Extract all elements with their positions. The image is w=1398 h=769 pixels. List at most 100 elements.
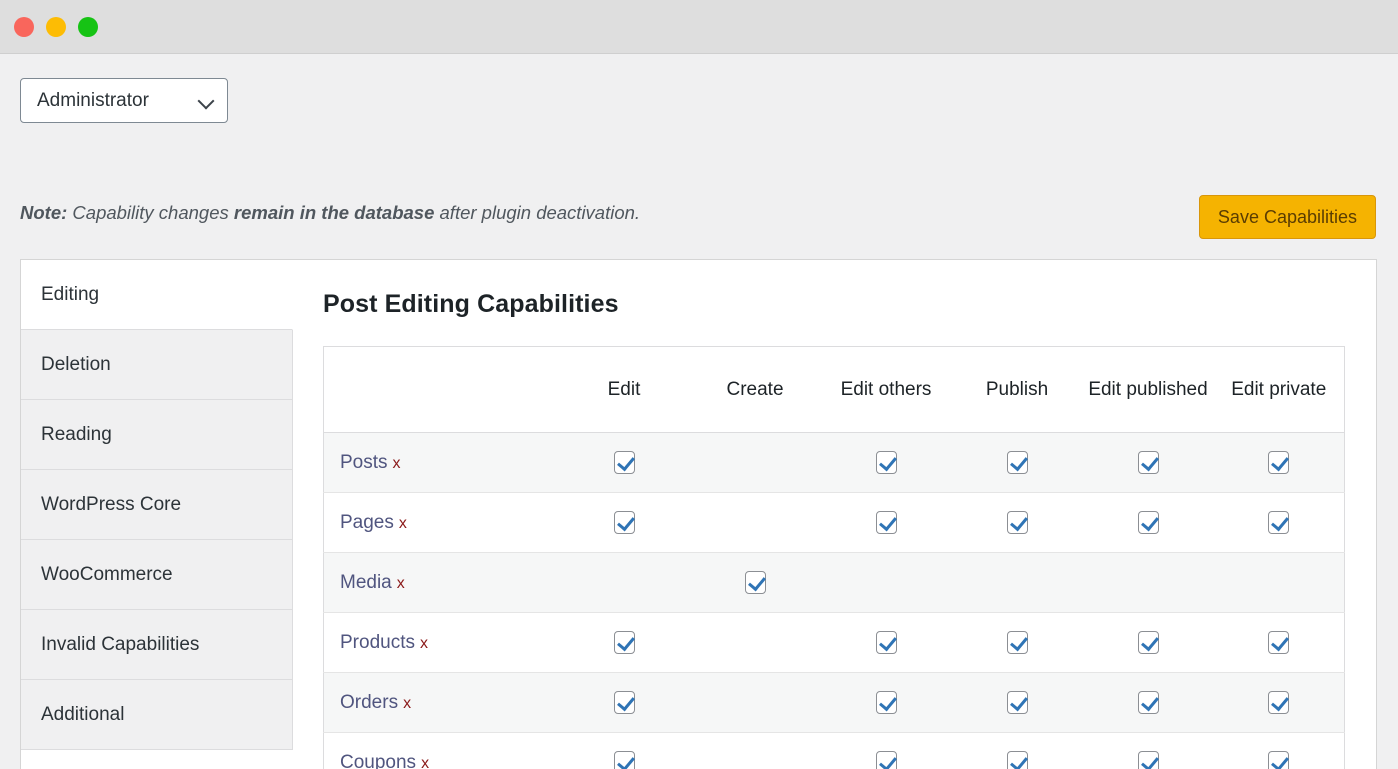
window-titlebar — [0, 0, 1398, 54]
capability-cell — [690, 553, 821, 613]
capability-cell — [690, 673, 821, 733]
capability-cell — [1083, 613, 1214, 673]
checkbox-orders-edit-published[interactable] — [1138, 691, 1159, 714]
checkbox-coupons-publish[interactable] — [1007, 751, 1028, 769]
save-capabilities-button[interactable]: Save Capabilities — [1199, 195, 1376, 239]
sidebar-item-label: Invalid Capabilities — [41, 634, 199, 656]
checkbox-products-edit[interactable] — [614, 631, 635, 654]
sidebar-item-invalid-capabilities[interactable]: Invalid Capabilities — [21, 610, 293, 680]
capability-cell — [690, 493, 821, 553]
chevron-down-icon — [199, 93, 215, 109]
row-link-orders[interactable]: Orders — [340, 692, 398, 713]
capability-cell — [1214, 613, 1345, 673]
row-label-cell: Ordersx — [324, 673, 559, 733]
capability-cell — [821, 733, 952, 769]
remove-row-link[interactable]: x — [399, 515, 407, 532]
checkbox-coupons-edit-published[interactable] — [1138, 751, 1159, 769]
sidebar-item-editing[interactable]: Editing — [21, 260, 293, 330]
sidebar-item-label: WordPress Core — [41, 494, 181, 516]
column-header-publish: Publish — [952, 347, 1083, 433]
content-area: Post Editing Capabilities EditCreateEdit… — [293, 260, 1379, 769]
sidebar-item-label: WooCommerce — [41, 564, 173, 586]
checkbox-coupons-edit-others[interactable] — [876, 751, 897, 769]
capability-cell — [821, 433, 952, 493]
row-label-cell: Mediax — [324, 553, 559, 613]
row-link-pages[interactable]: Pages — [340, 512, 394, 533]
checkbox-products-edit-published[interactable] — [1138, 631, 1159, 654]
checkbox-pages-edit-private[interactable] — [1268, 511, 1289, 534]
capability-cell — [559, 733, 690, 769]
remove-row-link[interactable]: x — [403, 695, 411, 712]
row-label-cell: Coupons x — [324, 733, 559, 769]
sidebar-item-additional[interactable]: Additional — [21, 680, 293, 750]
capability-cell — [821, 613, 952, 673]
table-body: PostsxPagesxMediaxProductsxOrdersxCoupon… — [324, 433, 1345, 769]
capability-cell — [952, 733, 1083, 769]
capability-cell — [1214, 673, 1345, 733]
table-row: Pagesx — [324, 493, 1345, 553]
note-text-after: after plugin deactivation. — [434, 202, 640, 223]
sidebar-item-reading[interactable]: Reading — [21, 400, 293, 470]
close-window-button[interactable] — [14, 17, 34, 37]
capability-cell — [690, 733, 821, 769]
row-link-media[interactable]: Media — [340, 572, 392, 593]
checkbox-pages-edit-others[interactable] — [876, 511, 897, 534]
table-row: Products x — [324, 613, 1345, 673]
role-select[interactable]: Administrator — [20, 78, 228, 123]
checkbox-pages-publish[interactable] — [1007, 511, 1028, 534]
sidebar-item-woocommerce[interactable]: WooCommerce — [21, 540, 293, 610]
checkbox-products-edit-private[interactable] — [1268, 631, 1289, 654]
capability-cell — [1214, 733, 1345, 769]
capability-cell — [952, 553, 1083, 613]
checkbox-media-create[interactable] — [745, 571, 766, 594]
checkbox-products-edit-others[interactable] — [876, 631, 897, 654]
checkbox-coupons-edit[interactable] — [614, 751, 635, 769]
checkbox-pages-edit[interactable] — [614, 511, 635, 534]
checkbox-orders-edit-private[interactable] — [1268, 691, 1289, 714]
checkbox-orders-publish[interactable] — [1007, 691, 1028, 714]
checkbox-orders-edit-others[interactable] — [876, 691, 897, 714]
page-title: Post Editing Capabilities — [323, 290, 1345, 319]
column-header-edit-others: Edit others — [821, 347, 952, 433]
minimize-window-button[interactable] — [46, 17, 66, 37]
remove-row-link[interactable]: x — [393, 455, 401, 472]
capability-cell — [1214, 433, 1345, 493]
remove-row-link[interactable]: x — [420, 635, 428, 652]
row-link-products[interactable]: Products — [340, 632, 415, 653]
remove-row-link[interactable]: x — [397, 575, 405, 592]
sidebar-item-label: Reading — [41, 424, 112, 446]
checkbox-posts-edit[interactable] — [614, 451, 635, 474]
capability-cell — [821, 493, 952, 553]
sidebar-item-label: Editing — [41, 284, 99, 306]
capability-cell — [559, 493, 690, 553]
capability-cell — [1083, 673, 1214, 733]
sidebar-item-wordpress-core[interactable]: WordPress Core — [21, 470, 293, 540]
sidebar-item-label: Deletion — [41, 354, 111, 376]
maximize-window-button[interactable] — [78, 17, 98, 37]
capability-cell — [559, 433, 690, 493]
row-label-cell: Pagesx — [324, 493, 559, 553]
checkbox-products-publish[interactable] — [1007, 631, 1028, 654]
note-text-before: Capability changes — [67, 202, 234, 223]
table-row: Coupons x — [324, 733, 1345, 769]
row-label-cell: Postsx — [324, 433, 559, 493]
note-lead: Note: — [20, 202, 67, 223]
checkbox-orders-edit[interactable] — [614, 691, 635, 714]
capability-cell — [690, 433, 821, 493]
row-link-posts[interactable]: Posts — [340, 452, 388, 473]
checkbox-posts-edit-published[interactable] — [1138, 451, 1159, 474]
table-header-row: EditCreateEdit othersPublishEdit publish… — [324, 347, 1345, 433]
capabilities-panel: Editing Deletion Reading WordPress Core WooC… — [20, 259, 1377, 769]
checkbox-posts-edit-private[interactable] — [1268, 451, 1289, 474]
role-select-wrapper: Administrator — [20, 78, 228, 123]
checkbox-posts-publish[interactable] — [1007, 451, 1028, 474]
sidebar-item-deletion[interactable]: Deletion — [21, 330, 293, 400]
checkbox-coupons-edit-private[interactable] — [1268, 751, 1289, 769]
capability-cell — [1214, 493, 1345, 553]
note-emphasis: remain in the database — [234, 202, 434, 223]
checkbox-posts-edit-others[interactable] — [876, 451, 897, 474]
column-header-edit-published: Edit published — [1083, 347, 1214, 433]
checkbox-pages-edit-published[interactable] — [1138, 511, 1159, 534]
row-link-coupons[interactable]: Coupons — [340, 752, 416, 769]
remove-row-link[interactable]: x — [421, 755, 429, 769]
